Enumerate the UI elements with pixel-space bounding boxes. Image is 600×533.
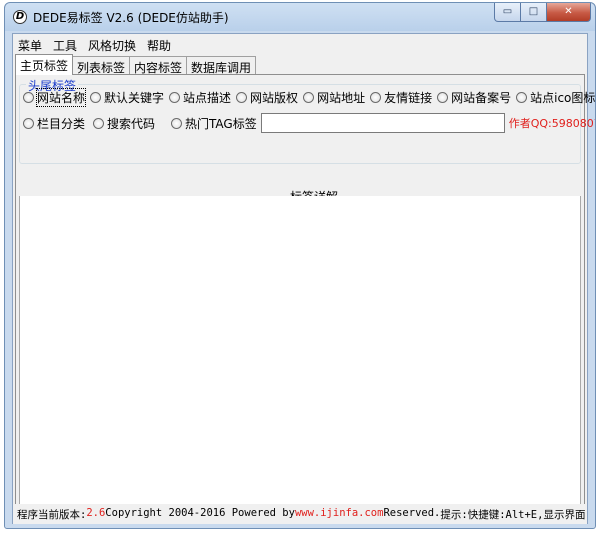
radio-label: 站点描述 — [183, 90, 232, 105]
radio-circle-icon — [90, 91, 102, 103]
radio-site-copyright[interactable]: 网站版权 — [236, 89, 298, 105]
radio-site-name[interactable]: 网站名称 — [23, 87, 87, 107]
tab-strip: 主页标签 列表标签 内容标签 数据库调用 — [15, 54, 257, 75]
radio-label: 友情链接 — [384, 90, 433, 105]
app-window: D DEDE易标签 V2.6 (DEDE仿站助手) ▭ □ ✕ 菜单 工具 风格… — [4, 2, 596, 529]
radio-site-url[interactable]: 网站地址 — [303, 89, 365, 105]
tag-detail-textarea[interactable] — [19, 196, 581, 508]
radio-circle-icon — [303, 91, 315, 103]
radio-circle-icon — [169, 91, 181, 103]
radio-circle-icon — [93, 117, 105, 129]
radio-row-2: 栏目分类 搜索代码 热门TAG标签 作者QQ:598080707 — [20, 113, 595, 133]
status-hint: 提示:快捷键:Alt+E,显示界面 — [440, 509, 586, 521]
radio-label: 栏目分类 — [37, 116, 86, 131]
tab-database-call[interactable]: 数据库调用 — [186, 56, 257, 75]
status-bar: 程序当前版本: 2.6 Copyright 2004-2016 Powered … — [13, 504, 587, 524]
radio-friend-links[interactable]: 友情链接 — [370, 89, 432, 105]
radio-label: 网站地址 — [317, 90, 366, 105]
tag-input[interactable] — [260, 113, 505, 133]
window-controls: ▭ □ ✕ — [494, 3, 591, 22]
tab-content-tags[interactable]: 内容标签 — [129, 56, 188, 75]
radio-label: 网站备案号 — [451, 90, 512, 105]
radio-column-category[interactable]: 栏目分类 — [23, 115, 85, 131]
author-qq: 作者QQ:598080707 — [508, 117, 595, 130]
radio-circle-icon — [516, 91, 528, 103]
title-bar[interactable]: D DEDE易标签 V2.6 (DEDE仿站助手) ▭ □ ✕ — [5, 3, 595, 31]
menu-help[interactable]: 帮助 — [142, 34, 177, 53]
status-reserved: Reserved. — [383, 507, 441, 519]
radio-circle-icon — [23, 91, 34, 103]
maximize-button[interactable]: □ — [521, 3, 547, 22]
radio-site-description[interactable]: 站点描述 — [169, 89, 231, 105]
tab-home-tags[interactable]: 主页标签 — [15, 54, 74, 75]
status-version-label: 程序当前版本: — [17, 509, 87, 521]
tab-panel: 头尾标签 网站名称 默认关键字 站点描述 网站版权 网站地址 友情链接 网站备案… — [15, 74, 595, 520]
radio-site-ico[interactable]: 站点ico图标 — [516, 89, 595, 105]
radio-label: 热门TAG标签 — [185, 116, 257, 131]
radio-hot-tags[interactable]: 热门TAG标签 — [171, 115, 257, 131]
minimize-button[interactable]: ▭ — [494, 3, 521, 22]
app-logo-icon: D — [13, 10, 27, 24]
menu-style[interactable]: 风格切换 — [83, 34, 142, 53]
radio-label: 网站名称 — [35, 87, 87, 107]
radio-circle-icon — [171, 117, 183, 129]
window-title: DEDE易标签 V2.6 (DEDE仿站助手) — [33, 11, 229, 25]
radio-default-keywords[interactable]: 默认关键字 — [90, 89, 164, 105]
radio-circle-icon — [437, 91, 449, 103]
menu-bar: 菜单 工具 风格切换 帮助 — [13, 34, 587, 53]
header-footer-tags-group: 头尾标签 网站名称 默认关键字 站点描述 网站版权 网站地址 友情链接 网站备案… — [19, 77, 595, 164]
status-site-link[interactable]: www.ijinfa.com — [295, 507, 384, 524]
radio-label: 网站版权 — [250, 90, 299, 105]
radio-circle-icon — [236, 91, 248, 103]
menu-tools[interactable]: 工具 — [48, 34, 83, 53]
radio-row-1: 网站名称 默认关键字 站点描述 网站版权 网站地址 友情链接 网站备案号 站点i… — [20, 87, 595, 107]
radio-circle-icon — [23, 117, 34, 129]
client-area: 菜单 工具 风格切换 帮助 主页标签 列表标签 内容标签 数据库调用 头尾标签 … — [12, 33, 595, 524]
radio-circle-icon — [370, 91, 382, 103]
menu-main[interactable]: 菜单 — [13, 34, 48, 53]
status-copyright: Copyright 2004-2016 Powered by — [105, 507, 295, 519]
status-version: 2.6 — [86, 507, 106, 519]
close-button[interactable]: ✕ — [547, 3, 591, 22]
radio-label: 默认关键字 — [104, 90, 165, 105]
tab-list-tags[interactable]: 列表标签 — [72, 56, 131, 75]
radio-label: 搜索代码 — [107, 116, 156, 131]
radio-icp-number[interactable]: 网站备案号 — [437, 89, 511, 105]
radio-search-code[interactable]: 搜索代码 — [93, 115, 155, 131]
radio-label: 站点ico图标 — [530, 90, 596, 105]
